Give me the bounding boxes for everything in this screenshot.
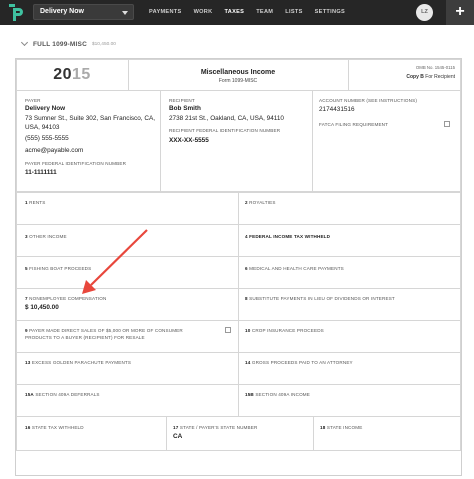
nav-lists[interactable]: LISTS [279,0,308,25]
payer-email: acme@payable.com [25,147,84,154]
box-label: EXCESS GOLDEN PARACHUTE PAYMENTS [31,360,132,365]
box-13-golden-parachute[interactable]: 13 EXCESS GOLDEN PARACHUTE PAYMENTS [16,352,239,385]
box-7-nonemployee-comp[interactable]: 7 NONEMPLOYEE COMPENSATION $ 10,450.00 [16,288,239,321]
box-label: FISHING BOAT PROCEEDS [29,266,92,271]
box-17-value: CA [173,433,183,440]
box-label: GROSS PROCEEDS PAID TO AN ATTORNEY [251,360,353,365]
add-button[interactable]: + [446,0,474,25]
copy-box: OMB No. 1545-0115 Copy B For Recipient [349,59,461,91]
box-4-federal-tax-withheld[interactable]: 4 FEDERAL INCOME TAX WITHHELD [238,224,461,257]
nav-work[interactable]: WORK [188,0,219,25]
box-label: FEDERAL INCOME TAX WITHHELD [249,234,331,239]
box-1-rents[interactable]: 1 RENTS [16,192,239,225]
box-2-royalties[interactable]: 2 ROYALTIES [238,192,461,225]
payer-address-1: 73 Sumner St., Suite 302, San Francisco,… [25,115,156,122]
box-label: SUBSTITUTE PAYMENTS IN LIEU OF DIVIDENDS… [249,296,395,301]
box-9-direct-sales[interactable]: 9 PAYER MADE DIRECT SALES OF $5,000 OR M… [16,320,239,353]
box-label: STATE TAX WITHHELD [31,425,84,430]
payer-box: PAYER Delivery Now 73 Sumner St., Suite … [16,90,161,192]
box-8-substitute-payments[interactable]: 8 SUBSTITUTE PAYMENTS IN LIEU OF DIVIDEN… [238,288,461,321]
box-6-medical[interactable]: 6 MEDICAL AND HEALTH CARE PAYMENTS [238,256,461,289]
section-header[interactable]: FULL 1099-MISC $10,450.00 [20,38,116,49]
payer-label: PAYER [25,98,41,103]
box-5-fishing-boat[interactable]: 5 FISHING BOAT PROCEEDS [16,256,239,289]
caret-down-icon [122,11,128,15]
fatca-checkbox[interactable] [444,121,450,127]
section-title: FULL 1099-MISC [33,40,87,48]
p-logo-icon[interactable] [9,4,25,21]
box-label: ROYALTIES [249,200,276,205]
nav-team[interactable]: TEAM [250,0,279,25]
box-label: SECTION 409A DEFERRALS [35,392,100,397]
copy-for: For Recipient [425,74,455,80]
box-label: STATE / PAYER'S STATE NUMBER [179,425,258,430]
title-box: Miscellaneous Income Form 1099-MISC [129,59,349,91]
box-label: OTHER INCOME [29,234,67,239]
fatca-label: FATCA FILING REQUIREMENT [319,122,389,127]
payer-fed-id-label: PAYER FEDERAL IDENTIFICATION NUMBER [25,161,127,166]
chevron-down-icon[interactable] [20,38,29,47]
recipient-name: Bob Smith [169,105,201,112]
box-label-2: PRODUCTS TO A BUYER (RECIPIENT) FOR RESA… [25,335,145,340]
box-15a-409a-deferrals[interactable]: 15a SECTION 409A DEFERRALS [16,384,239,417]
form-1099-misc: 2015 Miscellaneous Income Form 1099-MISC… [15,58,462,476]
box-7-value: $ 10,450.00 [25,304,59,311]
form-subtitle: Form 1099-MISC [218,78,258,84]
account-number[interactable]: 2174431516 [319,106,355,115]
nav-payments[interactable]: PAYMENTS [143,0,188,25]
box-label: RENTS [29,200,46,205]
payer-phone: (555) 555-5555 [25,135,69,142]
recipient-box: RECIPIENT Bob Smith 2738 21st St., Oakla… [161,90,313,192]
box-label: MEDICAL AND HEALTH CARE PAYMENTS [249,266,344,271]
form-title: Miscellaneous Income [200,69,276,76]
main-nav: PAYMENTS WORK TAXES TEAM LISTS SETTINGS [143,0,351,25]
year-suffix: 15 [72,66,91,83]
business-name: Delivery Now [40,8,84,15]
recipient-fed-id-label: RECIPIENT FEDERAL IDENTIFICATION NUMBER [169,128,281,133]
box-18-state-income[interactable]: 18 STATE INCOME [313,416,461,451]
recipient-label: RECIPIENT [169,98,195,103]
box-16-state-tax-withheld[interactable]: 16 STATE TAX WITHHELD [16,416,167,451]
recipient-fed-id: XXX-XX-5555 [169,137,209,144]
omb-number: OMB No. 1545-0115 [415,65,455,70]
box-label: SECTION 409A INCOME [255,392,310,397]
box-label: CROP INSURANCE PROCEEDS [251,328,324,333]
payer-address-2: USA, 94103 [25,124,60,131]
box-3-other-income[interactable]: 3 OTHER INCOME [16,224,239,257]
box-15b-409a-income[interactable]: 15b SECTION 409A INCOME [238,384,461,417]
box-14-attorney-proceeds[interactable]: 14 GROSS PROCEEDS PAID TO AN ATTORNEY [238,352,461,385]
copy-label: Copy B [406,74,424,80]
payer-fed-id: 11-1111111 [25,169,57,176]
payer-name: Delivery Now [25,105,66,112]
box-10-crop-insurance[interactable]: 10 CROP INSURANCE PROCEEDS [238,320,461,353]
account-box: ACCOUNT NUMBER (SEE INSTRUCTIONS) 217443… [313,90,461,192]
box-label: STATE INCOME [326,425,363,430]
box-label: NONEMPLOYEE COMPENSATION [29,296,107,301]
box-label: PAYER MADE DIRECT SALES OF $5,000 OR MOR… [29,328,183,333]
year-box: 2015 [16,59,129,91]
recipient-address: 2738 21st St., Oakland, CA, USA, 94110 [169,115,284,122]
user-avatar[interactable]: LZ [416,4,433,21]
account-label: ACCOUNT NUMBER (SEE INSTRUCTIONS) [319,98,418,103]
box-17-state-number[interactable]: 17 STATE / PAYER'S STATE NUMBER CA [166,416,314,451]
nav-settings[interactable]: SETTINGS [309,0,351,25]
box-9-checkbox[interactable] [225,327,231,333]
year-prefix: 20 [53,66,72,83]
nav-taxes[interactable]: TAXES [218,0,250,25]
top-nav-bar: Delivery Now PAYMENTS WORK TAXES TEAM LI… [0,0,474,25]
business-select[interactable]: Delivery Now [33,4,134,20]
section-amount: $10,450.00 [91,41,116,47]
